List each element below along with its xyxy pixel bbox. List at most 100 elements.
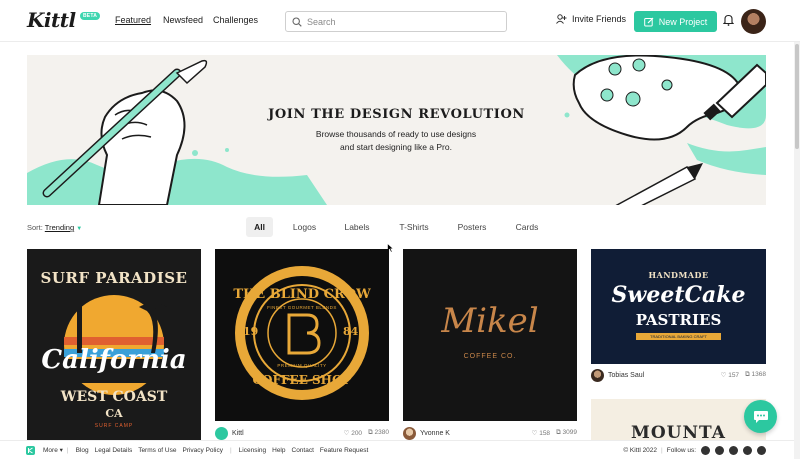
top-header: Kittl BETA Featured Newsfeed Challenges … bbox=[0, 0, 800, 42]
copies-count: 1368 bbox=[751, 371, 766, 378]
nav-challenges[interactable]: Challenges bbox=[213, 15, 258, 25]
likes[interactable]: ♡ 157 bbox=[721, 371, 740, 379]
user-avatar[interactable] bbox=[741, 9, 766, 34]
likes[interactable]: ♡ 158 bbox=[532, 429, 551, 437]
add-user-icon bbox=[556, 14, 567, 24]
kittl-footer-icon bbox=[26, 445, 35, 455]
footer-link-help[interactable]: Help bbox=[272, 447, 285, 454]
design-card-mikel[interactable]: Mikel COFFEE CO. Yvonne K ♡ 158 ⧉ 3099 bbox=[403, 249, 577, 440]
copy-icon: ⧉ bbox=[556, 429, 561, 436]
sort-control[interactable]: Sort: Trending ▼ bbox=[27, 223, 82, 232]
tab-tshirts[interactable]: T-Shirts bbox=[393, 217, 435, 237]
tab-labels[interactable]: Labels bbox=[339, 217, 375, 237]
search-box[interactable] bbox=[285, 11, 507, 32]
author-avatar[interactable] bbox=[215, 426, 228, 440]
invite-friends-button[interactable]: Invite Friends bbox=[556, 14, 626, 24]
likes[interactable]: ♡ 200 bbox=[344, 429, 363, 437]
pinterest-icon[interactable] bbox=[743, 445, 752, 455]
bell-icon[interactable] bbox=[723, 14, 734, 26]
divider: | bbox=[661, 446, 663, 454]
new-project-label: New Project bbox=[658, 16, 708, 27]
scrollbar-thumb[interactable] bbox=[795, 44, 799, 149]
beta-badge: BETA bbox=[80, 12, 101, 20]
surf-main: California bbox=[41, 345, 187, 375]
banner-subtitle-line1: Browse thousands of ready to use designs bbox=[315, 129, 477, 139]
design-card-mountain[interactable]: MOUNTA bbox=[591, 399, 766, 440]
sweetcake-artwork: HANDMADE SweetCake PASTRIES TRADITIONAL … bbox=[591, 249, 766, 364]
author-name[interactable]: Yvonne K bbox=[420, 430, 450, 437]
tab-logos[interactable]: Logos bbox=[287, 217, 322, 237]
sort-label: Sort: bbox=[27, 223, 43, 232]
nav-newsfeed[interactable]: Newsfeed bbox=[163, 15, 203, 25]
footer: More ▾ | Blog Legal Details Terms of Use… bbox=[0, 440, 794, 459]
author-avatar[interactable] bbox=[403, 426, 416, 440]
facebook-icon[interactable] bbox=[701, 445, 710, 455]
tab-posters[interactable]: Posters bbox=[452, 217, 492, 237]
instagram-icon[interactable] bbox=[729, 445, 738, 455]
card-stats: ♡ 157 ⧉ 1368 bbox=[721, 371, 766, 379]
footer-link-contact[interactable]: Contact bbox=[292, 447, 314, 454]
chat-icon bbox=[753, 410, 768, 423]
surf-title: SURF PARADISE bbox=[40, 269, 188, 287]
blind-crow-title: THE BLIND CROW bbox=[233, 287, 371, 302]
copy-icon: ⧉ bbox=[368, 429, 373, 436]
new-project-button[interactable]: New Project bbox=[634, 11, 717, 32]
likes-count: 200 bbox=[351, 430, 363, 437]
footer-copyright: © Kittl 2022 bbox=[623, 446, 658, 454]
design-card-blind-crow[interactable]: THE BLIND CROW FINEST GOURMET BLENDS 19 … bbox=[215, 249, 389, 440]
footer-more-label: More bbox=[43, 447, 58, 454]
search-icon bbox=[292, 16, 302, 27]
sort-value[interactable]: Trending bbox=[45, 223, 74, 232]
footer-more[interactable]: More ▾ bbox=[43, 446, 63, 454]
mountain-main: MOUNTA bbox=[631, 423, 726, 440]
footer-link-feature-request[interactable]: Feature Request bbox=[320, 447, 368, 454]
likes-count: 157 bbox=[728, 372, 740, 379]
footer-link-terms[interactable]: Terms of Use bbox=[138, 447, 176, 454]
card-meta: Yvonne K ♡ 158 ⧉ 3099 bbox=[403, 425, 577, 440]
banner-subtitle: Browse thousands of ready to use designs… bbox=[296, 128, 496, 154]
nav-featured[interactable]: Featured bbox=[115, 15, 151, 25]
twitter-icon[interactable] bbox=[757, 445, 766, 455]
likes-count: 158 bbox=[539, 430, 551, 437]
author-avatar[interactable] bbox=[591, 368, 604, 382]
footer-link-legal[interactable]: Legal Details bbox=[95, 447, 133, 454]
sweetcake-top: HANDMADE bbox=[648, 270, 709, 280]
tab-cards[interactable]: Cards bbox=[509, 217, 545, 237]
kittl-logo[interactable]: Kittl bbox=[27, 8, 76, 32]
blind-crow-year-right: 84 bbox=[343, 325, 359, 338]
blind-crow-artwork: THE BLIND CROW FINEST GOURMET BLENDS 19 … bbox=[215, 249, 389, 421]
footer-link-blog[interactable]: Blog bbox=[76, 447, 89, 454]
banner-subtitle-line2: and start designing like a Pro. bbox=[340, 142, 452, 152]
edit-icon bbox=[643, 17, 654, 26]
invite-friends-label: Invite Friends bbox=[572, 14, 627, 24]
copies-count: 3099 bbox=[562, 429, 577, 436]
blind-crow-year-left: 19 bbox=[243, 325, 259, 338]
footer-link-licensing[interactable]: Licensing bbox=[239, 447, 266, 454]
card-meta: Tobias Saul ♡ 157 ⧉ 1368 bbox=[591, 367, 766, 383]
surf-sub2: CA bbox=[105, 407, 123, 420]
banner-title: JOIN THE DESIGN REVOLUTION bbox=[268, 107, 525, 122]
search-input[interactable] bbox=[307, 16, 497, 27]
card-meta: Kittl ♡ 200 ⧉ 2380 bbox=[215, 425, 389, 440]
heart-icon: ♡ bbox=[720, 372, 727, 379]
mikel-artwork: Mikel COFFEE CO. bbox=[403, 249, 577, 421]
author-name[interactable]: Kittl bbox=[232, 430, 244, 437]
blind-crow-ring-text: FINEST GOURMET BLENDS bbox=[267, 305, 337, 310]
mikel-main: Mikel bbox=[441, 301, 539, 341]
mikel-sub: COFFEE CO. bbox=[463, 353, 517, 360]
design-card-sweetcake[interactable]: HANDMADE SweetCake PASTRIES TRADITIONAL … bbox=[591, 249, 766, 385]
sweetcake-main: SweetCake bbox=[611, 282, 746, 308]
tab-all[interactable]: All bbox=[246, 217, 273, 237]
divider: | bbox=[229, 446, 232, 454]
page: Kittl BETA Featured Newsfeed Challenges … bbox=[0, 0, 800, 459]
copies[interactable]: ⧉ 3099 bbox=[556, 429, 577, 437]
design-card-surf-paradise[interactable]: SURF PARADISE California WEST COAST CA S… bbox=[27, 249, 201, 440]
copies[interactable]: ⧉ 2380 bbox=[368, 429, 389, 437]
youtube-icon[interactable] bbox=[715, 445, 724, 455]
author-name[interactable]: Tobias Saul bbox=[608, 372, 644, 379]
footer-follow-label: Follow us: bbox=[666, 446, 696, 454]
footer-link-privacy[interactable]: Privacy Policy bbox=[182, 447, 222, 454]
chat-button[interactable] bbox=[744, 400, 777, 433]
copies[interactable]: ⧉ 1368 bbox=[745, 371, 766, 379]
card-stats: ♡ 200 ⧉ 2380 bbox=[344, 429, 389, 437]
